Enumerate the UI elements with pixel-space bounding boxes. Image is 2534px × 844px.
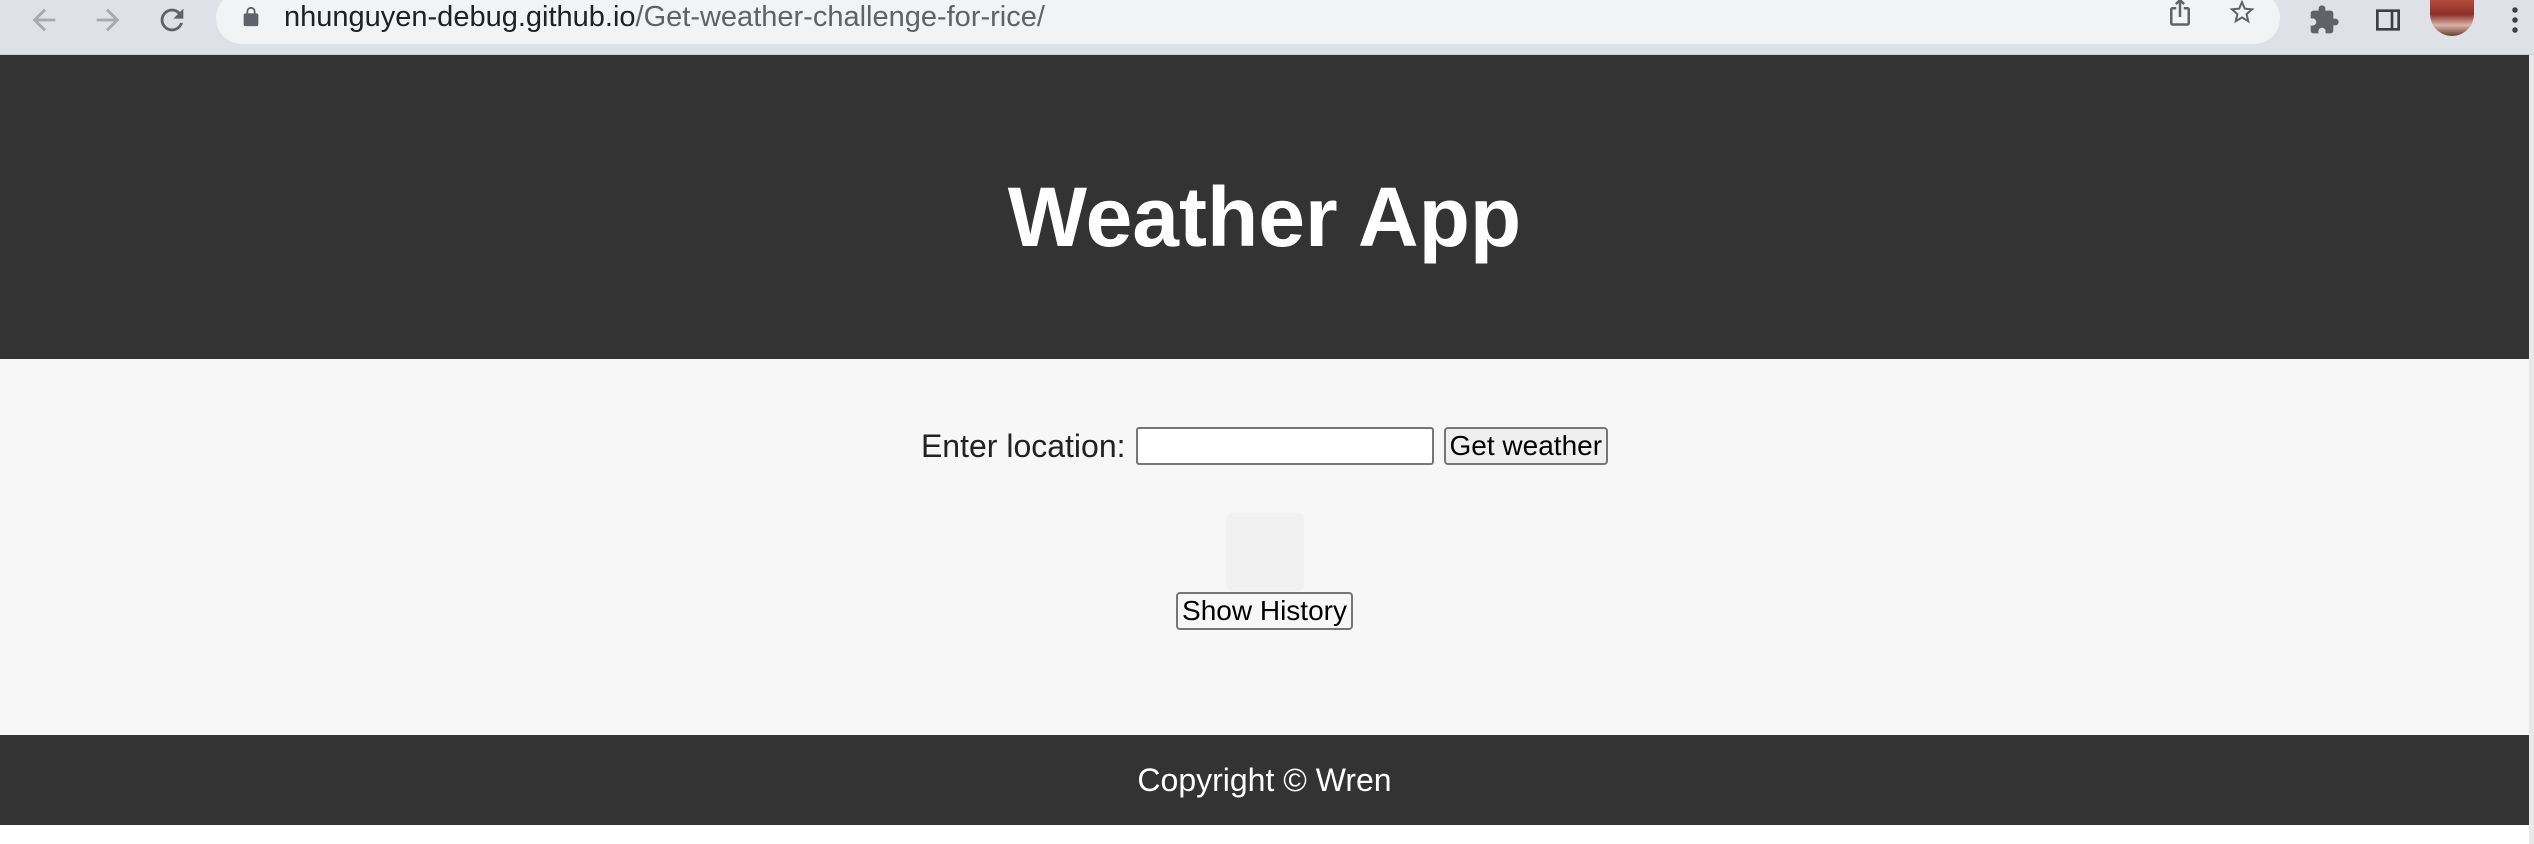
address-bar[interactable]: nhunguyen-debug.github.io/Get-weather-ch… <box>216 0 2280 44</box>
site-footer: Copyright © Wren <box>0 735 2529 825</box>
page-scrollbar[interactable] <box>2529 55 2534 844</box>
extensions-button[interactable] <box>2302 0 2346 40</box>
arrow-left-icon <box>32 8 56 32</box>
location-form: Enter location: Get weather <box>0 427 2529 465</box>
weather-result-box <box>1226 513 1304 591</box>
history-row: Show History <box>0 592 2529 630</box>
show-history-button[interactable]: Show History <box>1176 592 1353 630</box>
forward-button[interactable] <box>86 0 130 40</box>
lock-icon[interactable] <box>240 6 262 28</box>
location-input[interactable] <box>1135 427 1434 465</box>
share-button[interactable] <box>2160 0 2200 32</box>
copyright-text: Copyright © Wren <box>1137 761 1392 798</box>
arrow-right-icon <box>96 8 120 32</box>
puzzle-icon <box>2310 5 2339 34</box>
star-icon <box>2229 0 2255 24</box>
browser-menu-button[interactable] <box>2500 0 2530 40</box>
kebab-menu-icon <box>2512 7 2518 33</box>
page-title: Weather App <box>1007 169 1522 264</box>
page-viewport: Weather App Enter location: Get weather … <box>0 55 2534 844</box>
side-panel-icon <box>2376 9 2400 31</box>
browser-toolbar: nhunguyen-debug.github.io/Get-weather-ch… <box>0 0 2534 55</box>
site-body: Weather App Enter location: Get weather … <box>0 55 2529 825</box>
get-weather-button[interactable]: Get weather <box>1443 427 1609 465</box>
reload-icon <box>160 8 184 32</box>
location-label: Enter location: <box>920 427 1126 464</box>
back-button[interactable] <box>22 0 66 40</box>
bookmark-button[interactable] <box>2222 0 2262 32</box>
profile-avatar[interactable] <box>2430 0 2474 36</box>
location-form-inner: Enter location: Get weather <box>920 427 1609 465</box>
share-icon <box>2170 0 2190 26</box>
side-panel-button[interactable] <box>2366 0 2410 40</box>
url-host: nhunguyen-debug.github.io <box>284 1 636 33</box>
url-path: /Get-weather-challenge-for-rice/ <box>635 1 1045 33</box>
url-text: nhunguyen-debug.github.io/Get-weather-ch… <box>284 0 1045 34</box>
reload-button[interactable] <box>150 0 194 40</box>
site-header: Weather App <box>0 55 2529 359</box>
